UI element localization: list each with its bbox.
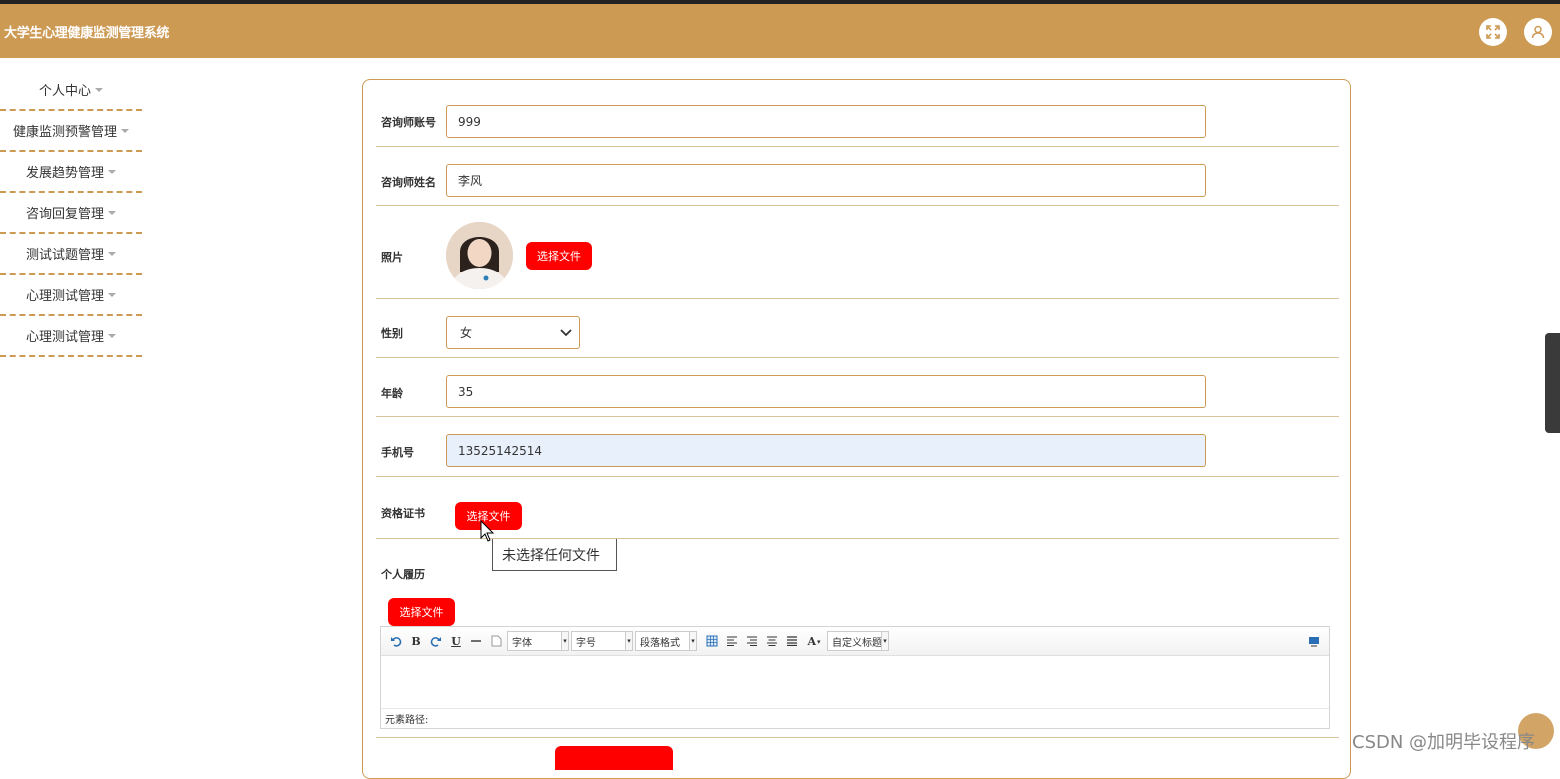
font-color-icon[interactable]: A ▾: [803, 632, 825, 650]
element-path-bar: 元素路径:: [381, 708, 1329, 728]
sidebar-item-psych-test-2[interactable]: 心理测试管理: [0, 316, 142, 357]
caret-down-icon: [108, 292, 116, 297]
form-row-account: 咨询师账号 999: [376, 94, 1339, 147]
font-size-combo[interactable]: 字号 ▾: [571, 631, 633, 651]
underline-icon[interactable]: U: [447, 632, 465, 650]
align-right-icon[interactable]: [743, 632, 761, 650]
form-divider: [376, 737, 1339, 738]
gender-label: 性别: [381, 327, 403, 340]
sidebar-item-label: 测试试题管理: [25, 248, 104, 263]
resume-choose-file-button[interactable]: 选择文件: [388, 598, 455, 626]
form-row-gender: 性别 女: [376, 299, 1339, 358]
account-input[interactable]: 999: [446, 105, 1206, 138]
age-label: 年龄: [381, 387, 403, 400]
rich-text-editor: B U 字体 ▾ 字号 ▾ 段落格式 ▾ A ▾ 自定义标题 ▾ 元素路径:: [380, 626, 1330, 729]
align-justify-icon[interactable]: [783, 632, 801, 650]
sidebar-item-label: 发展趋势管理: [25, 166, 104, 181]
photo-label: 照片: [381, 251, 403, 264]
redo-icon[interactable]: [427, 632, 445, 650]
avatar: [446, 222, 513, 289]
paragraph-combo-label: 段落格式: [640, 637, 680, 649]
sidebar-item-label: 心理测试管理: [25, 330, 104, 345]
caret-down-icon: [95, 87, 103, 92]
fullscreen-icon: [1486, 25, 1500, 39]
sidebar-item-label: 心理测试管理: [25, 289, 104, 304]
sidebar-item-test-questions[interactable]: 测试试题管理: [0, 234, 142, 275]
custom-title-combo-label: 自定义标题: [832, 637, 882, 649]
name-input[interactable]: 李风: [446, 164, 1206, 197]
align-center-icon[interactable]: [763, 632, 781, 650]
form-row-age: 年龄 35: [376, 358, 1339, 417]
caret-down-icon: ▾: [561, 631, 569, 651]
caret-down-icon: [108, 251, 116, 256]
caret-down-icon: ▾: [625, 631, 633, 651]
sidebar-item-psych-test-1[interactable]: 心理测试管理: [0, 275, 142, 316]
form-row-name: 咨询师姓名 李风: [376, 147, 1339, 206]
user-icon: [1531, 25, 1545, 39]
form-row-certificate: 资格证书 选择文件: [376, 477, 1339, 539]
name-label: 咨询师姓名: [381, 176, 436, 189]
page-icon[interactable]: [487, 632, 505, 650]
horizontal-rule-icon[interactable]: [467, 632, 485, 650]
account-label: 咨询师账号: [381, 116, 436, 129]
sidebar-menu: 个人中心 健康监测预警管理 发展趋势管理 咨询回复管理 测试试题管理 心理测试管…: [0, 70, 142, 357]
gender-select[interactable]: 女: [446, 316, 580, 349]
preview-icon[interactable]: [1305, 632, 1323, 650]
sidebar-item-personal-center[interactable]: 个人中心: [0, 70, 142, 111]
file-tooltip: 未选择任何文件: [492, 539, 617, 571]
caret-down-icon: [108, 210, 116, 215]
phone-input[interactable]: 13525142514: [446, 434, 1206, 467]
chevron-down-icon: [560, 329, 572, 337]
sidebar-item-label: 健康监测预警管理: [12, 125, 117, 140]
caret-down-icon: [121, 128, 129, 133]
app-title: 大学生心理健康监测管理系统: [4, 25, 170, 41]
font-family-combo[interactable]: 字体 ▾: [507, 631, 569, 651]
sidebar-item-label: 个人中心: [38, 84, 91, 99]
form-row-photo: 照片 选择文件: [376, 206, 1339, 299]
font-family-combo-label: 字体: [512, 637, 532, 649]
age-input[interactable]: 35: [446, 375, 1206, 408]
watermark: CSDN @加明毕设程序: [1352, 732, 1536, 753]
editor-content-area[interactable]: [381, 656, 1329, 708]
user-menu-button[interactable]: [1524, 18, 1552, 46]
sidebar-item-label: 咨询回复管理: [25, 207, 104, 222]
caret-down-icon: ▾: [689, 631, 697, 651]
undo-icon[interactable]: [387, 632, 405, 650]
submit-button[interactable]: [555, 746, 673, 770]
caret-down-icon: ▾: [881, 631, 889, 651]
fullscreen-button[interactable]: [1479, 18, 1507, 46]
profile-form-card: 咨询师账号 999 咨询师姓名 李风 照片 选择文件 性别 女 年龄 35 手机…: [362, 79, 1351, 779]
certificate-label: 资格证书: [381, 507, 425, 520]
bold-icon[interactable]: B: [407, 632, 425, 650]
phone-label: 手机号: [381, 446, 414, 459]
editor-toolbar: B U 字体 ▾ 字号 ▾ 段落格式 ▾ A ▾ 自定义标题 ▾: [381, 627, 1329, 656]
sidebar-item-consult-reply[interactable]: 咨询回复管理: [0, 193, 142, 234]
resume-label: 个人履历: [381, 568, 425, 581]
side-scroll-tab[interactable]: [1545, 333, 1560, 433]
sidebar-item-health-warning[interactable]: 健康监测预警管理: [0, 111, 142, 152]
align-left-icon[interactable]: [723, 632, 741, 650]
caret-down-icon: [108, 333, 116, 338]
sidebar-item-trend[interactable]: 发展趋势管理: [0, 152, 142, 193]
app-header: 大学生心理健康监测管理系统: [0, 4, 1560, 58]
font-size-combo-label: 字号: [576, 637, 596, 649]
custom-title-combo[interactable]: 自定义标题 ▾: [827, 631, 889, 651]
paragraph-combo[interactable]: 段落格式 ▾: [635, 631, 697, 651]
gender-value: 女: [460, 326, 473, 340]
table-icon[interactable]: [703, 632, 721, 650]
photo-choose-file-button[interactable]: 选择文件: [526, 242, 592, 270]
mouse-cursor-icon: [480, 520, 495, 542]
caret-down-icon: [108, 169, 116, 174]
form-row-phone: 手机号 13525142514: [376, 417, 1339, 477]
